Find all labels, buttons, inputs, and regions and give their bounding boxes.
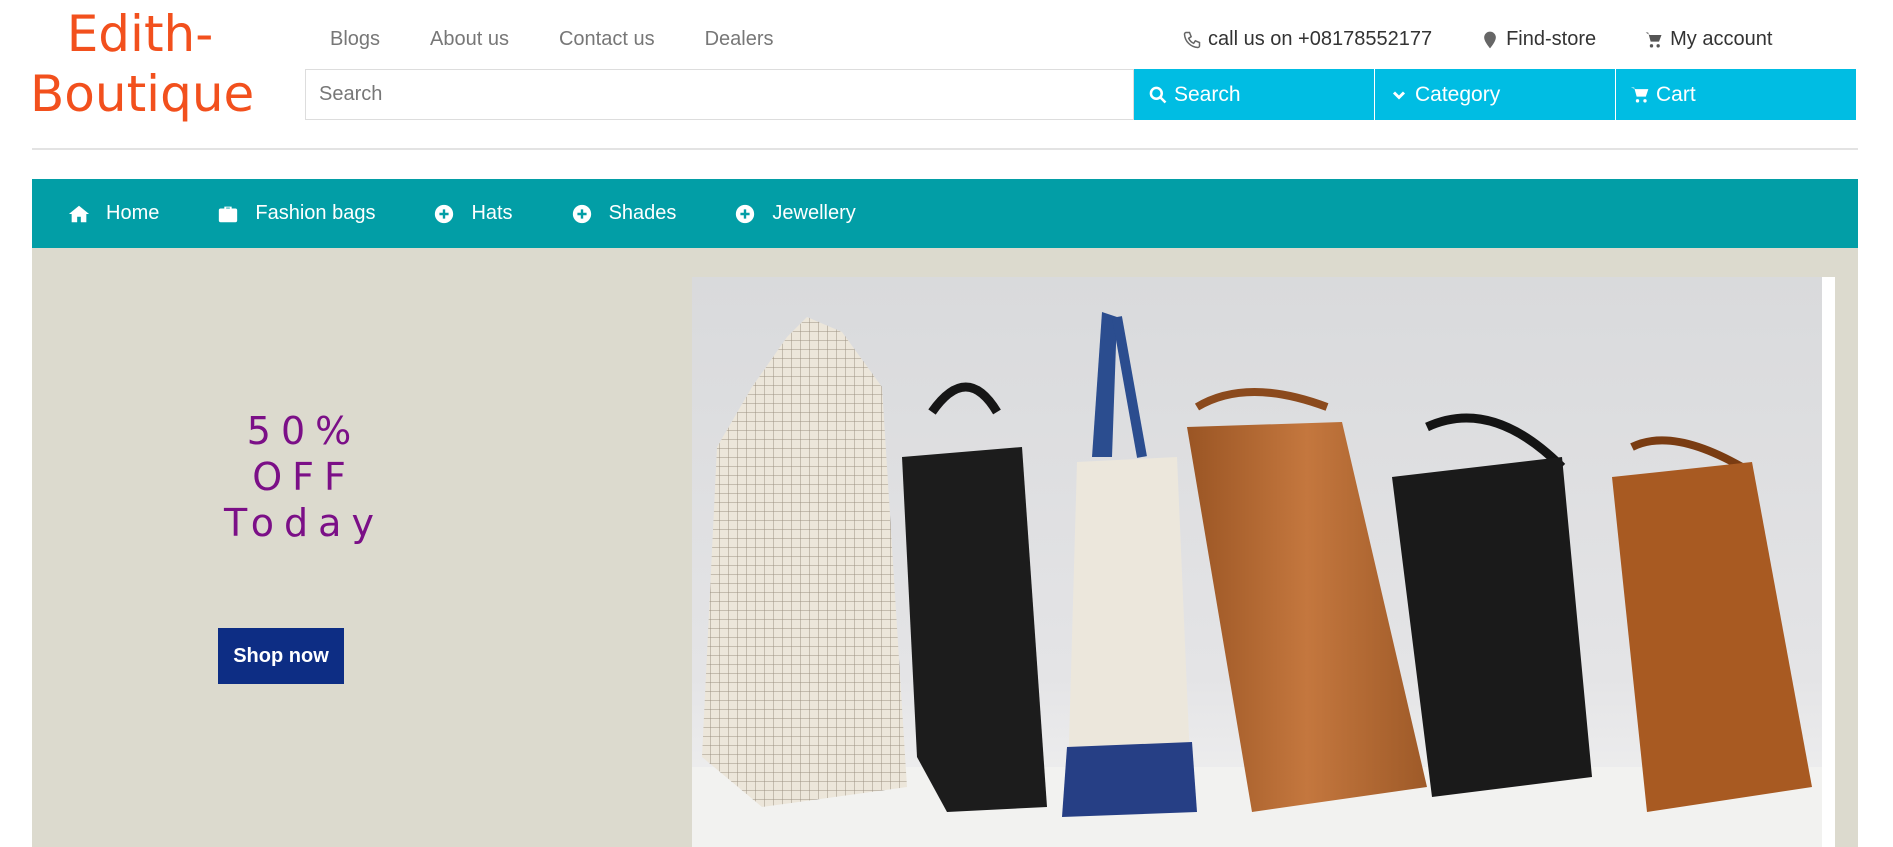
promo-text: 50% OFF Today (214, 408, 394, 546)
nav-item-label: Fashion bags (255, 202, 376, 224)
promo-line-3: Today (224, 501, 384, 545)
cart-button-label: Cart (1656, 82, 1696, 106)
promo-line-2: OFF (252, 455, 356, 499)
handbags-illustration (692, 277, 1835, 847)
my-account-label: My account (1670, 28, 1773, 50)
promo-line-1: 50% (246, 409, 362, 453)
nav-item-home[interactable]: Home (68, 202, 159, 225)
top-right-links: call us on +08178552177 Find-store My ac… (1182, 28, 1772, 51)
briefcase-icon (219, 206, 238, 222)
top-link-about[interactable]: About us (430, 28, 509, 51)
find-store-link[interactable]: Find-store (1480, 28, 1596, 51)
brand-logo[interactable]: Edith- Boutique (30, 4, 255, 124)
plus-circle-icon (736, 204, 755, 223)
map-marker-icon (1484, 31, 1496, 48)
home-icon (68, 205, 90, 222)
phone-icon (1183, 31, 1201, 48)
header-divider (32, 148, 1858, 150)
top-link-contact[interactable]: Contact us (559, 28, 655, 51)
search-input[interactable] (305, 69, 1134, 120)
brand-logo-line1: Edith- (66, 5, 214, 63)
top-links: Blogs About us Contact us Dealers (330, 28, 774, 51)
find-store-label: Find-store (1506, 28, 1597, 50)
nav-item-label: Jewellery (772, 202, 856, 224)
plus-circle-icon (572, 204, 591, 223)
black-bag (902, 447, 1047, 812)
cart-button[interactable]: Cart (1616, 69, 1856, 120)
phone-label: call us on +08178552177 (1208, 28, 1433, 50)
nav-item-label: Home (106, 202, 160, 224)
nav-item-label: Shades (608, 202, 677, 224)
nav-item-jewellery[interactable]: Jewellery (734, 202, 856, 225)
top-link-dealers[interactable]: Dealers (705, 28, 774, 51)
category-button[interactable]: Category (1375, 69, 1615, 120)
plus-circle-icon (435, 204, 454, 223)
top-link-blogs[interactable]: Blogs (330, 28, 380, 51)
my-account-link[interactable]: My account (1644, 28, 1772, 51)
search-bar: Search Category Cart (305, 69, 1858, 120)
phone-link[interactable]: call us on +08178552177 (1182, 28, 1432, 51)
shopping-cart-icon (1630, 87, 1649, 102)
shop-now-button[interactable]: Shop now (218, 628, 344, 684)
chevron-down-icon (1392, 90, 1406, 100)
nav-item-hats[interactable]: Hats (433, 202, 513, 225)
brand-logo-line2: Boutique (30, 65, 255, 123)
main-nav: Home Fashion bags Hats Shades Jewellery (32, 179, 1858, 248)
shopping-cart-icon (1645, 32, 1662, 47)
search-button-label: Search (1174, 82, 1241, 106)
handbags-image (692, 277, 1835, 847)
nav-item-label: Hats (471, 202, 513, 224)
category-button-label: Category (1415, 82, 1501, 106)
nav-item-shades[interactable]: Shades (571, 202, 677, 225)
search-button[interactable]: Search (1134, 69, 1374, 120)
hero-banner: 50% OFF Today Shop now (32, 248, 1858, 847)
nav-item-fashion-bags[interactable]: Fashion bags (217, 202, 375, 225)
search-icon (1149, 86, 1167, 103)
